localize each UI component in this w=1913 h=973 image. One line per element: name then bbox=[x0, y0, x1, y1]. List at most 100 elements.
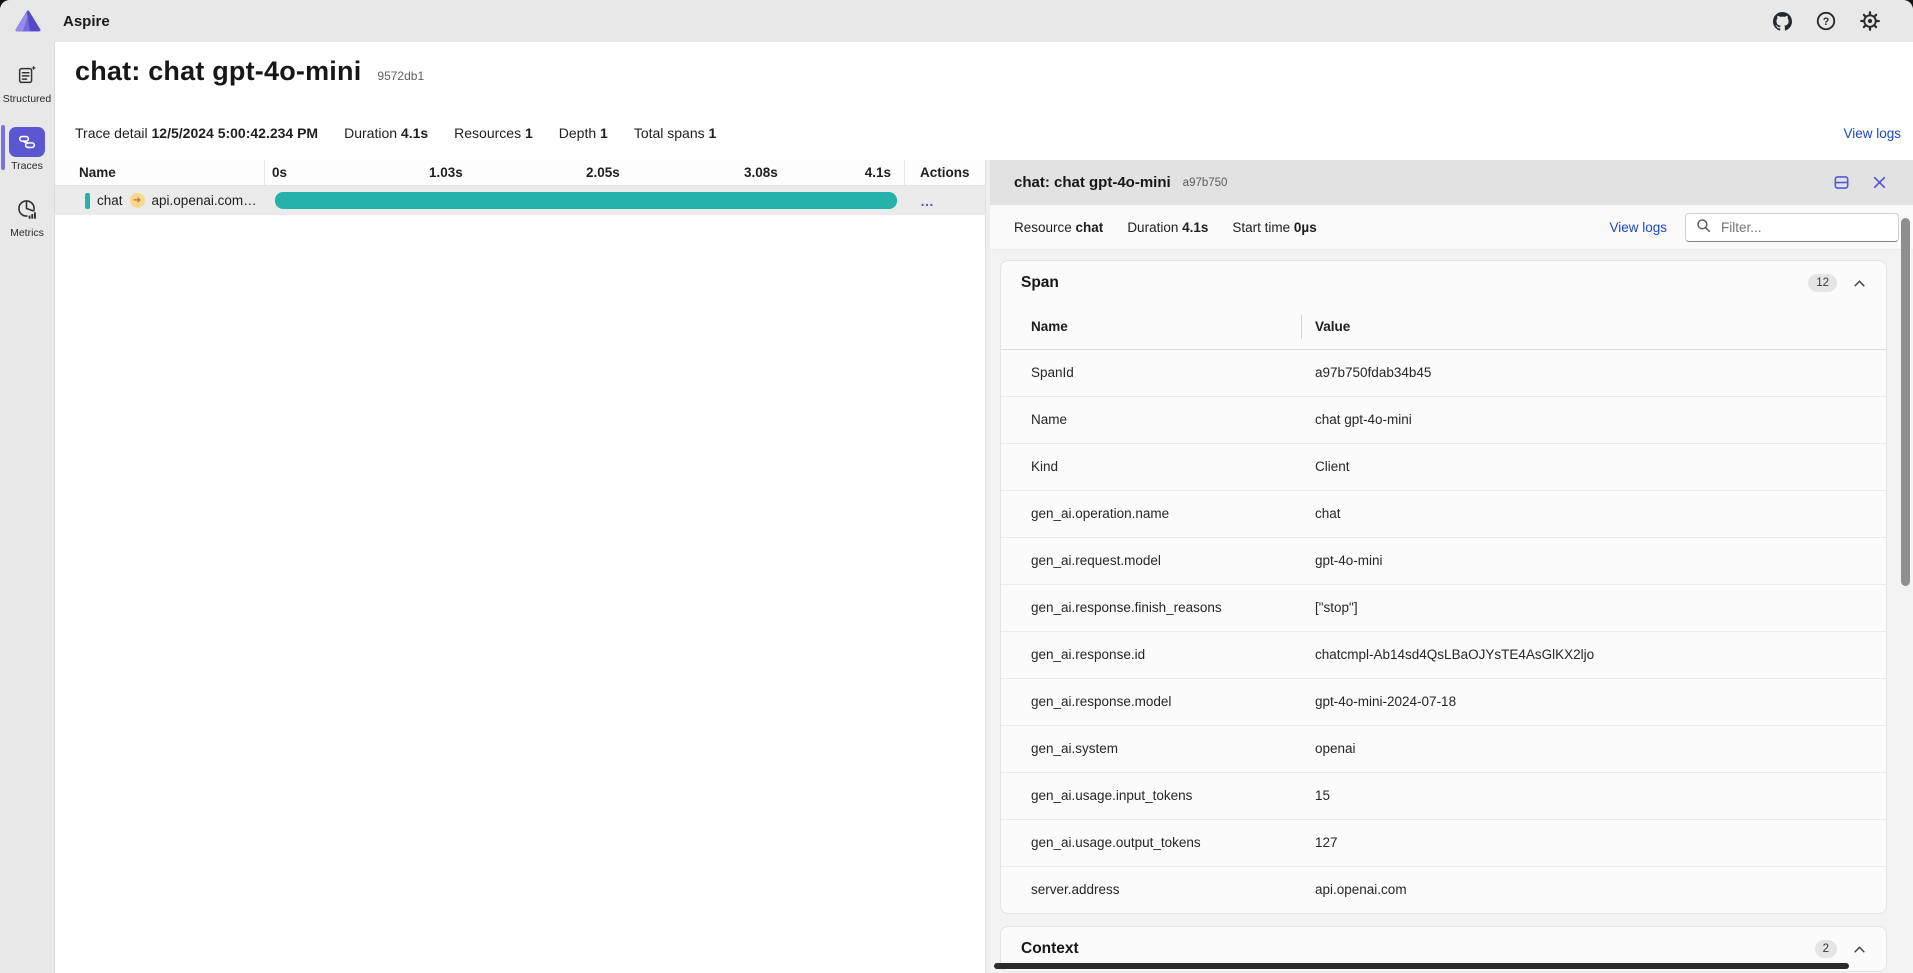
trace-detail-header: Trace detail 12/5/2024 5:00:42.234 PM Du… bbox=[55, 100, 1913, 160]
close-panel-icon[interactable] bbox=[1872, 175, 1887, 190]
settings-icon[interactable] bbox=[1855, 6, 1885, 36]
trace-detail-timestamp: Trace detail 12/5/2024 5:00:42.234 PM bbox=[75, 125, 318, 141]
tick-label: 0s bbox=[272, 160, 287, 186]
attr-value: 15 bbox=[1301, 772, 1886, 819]
attr-value: chatcmpl-Ab14sd4QsLBaOJYsTE4AsGlKX2ljo bbox=[1301, 631, 1886, 678]
attr-name: gen_ai.request.model bbox=[1001, 537, 1301, 584]
attr-row: gen_ai.response.finish_reasons ["stop"] bbox=[1001, 584, 1886, 631]
attr-row: gen_ai.usage.output_tokens 127 bbox=[1001, 819, 1886, 866]
sidebar-item-metrics[interactable]: Metrics bbox=[0, 188, 54, 243]
github-icon[interactable] bbox=[1767, 6, 1797, 36]
attr-name: gen_ai.response.model bbox=[1001, 678, 1301, 725]
trace-stat-depth: Depth 1 bbox=[559, 125, 608, 141]
attr-col-name: Name bbox=[1001, 305, 1301, 349]
details-panel-header: chat: chat gpt-4o-mini a97b750 bbox=[990, 160, 1913, 205]
attr-value: chat gpt-4o-mini bbox=[1301, 396, 1886, 443]
app-title: Aspire bbox=[63, 13, 110, 30]
details-content: Span 12 Name Value bbox=[990, 250, 1913, 973]
attr-value: 127 bbox=[1301, 819, 1886, 866]
span-name-cell: chat ➜ api.openai.com… bbox=[55, 186, 265, 215]
span-section-header[interactable]: Span 12 bbox=[1001, 261, 1886, 305]
view-logs-link[interactable]: View logs bbox=[1843, 126, 1901, 141]
attr-name: SpanId bbox=[1001, 349, 1301, 396]
nav-sidebar: Structured Traces bbox=[0, 42, 55, 973]
tick-label: 4.1s bbox=[865, 160, 891, 186]
aspire-dashboard-window: Aspire ? bbox=[0, 0, 1913, 973]
page-title: chat: chat gpt-4o-mini bbox=[75, 56, 361, 87]
trace-stat-resources: Resources 1 bbox=[454, 125, 533, 141]
details-subheader: Resource chat Duration 4.1s Start time 0… bbox=[990, 205, 1913, 250]
column-header-name: Name bbox=[55, 160, 265, 185]
search-icon bbox=[1696, 218, 1711, 236]
attr-table-header: Name Value bbox=[1001, 305, 1886, 349]
structured-logs-icon bbox=[9, 60, 45, 90]
attr-name: gen_ai.usage.output_tokens bbox=[1001, 819, 1301, 866]
tick-label: 3.08s bbox=[744, 160, 778, 186]
attr-name: gen_ai.system bbox=[1001, 725, 1301, 772]
attr-row: Kind Client bbox=[1001, 443, 1886, 490]
main-area: chat: chat gpt-4o-mini 9572db1 Trace det… bbox=[55, 42, 1913, 973]
outgoing-arrow-icon: ➜ bbox=[130, 193, 145, 208]
split-panel-icon[interactable] bbox=[1833, 174, 1850, 191]
row-actions-menu-button[interactable]: … bbox=[920, 193, 935, 209]
horizontal-scrollbar-thumb[interactable] bbox=[994, 963, 1849, 969]
trace-stat-total-spans: Total spans 1 bbox=[634, 125, 717, 141]
help-icon[interactable]: ? bbox=[1811, 6, 1841, 36]
vertical-scrollbar-thumb[interactable] bbox=[1901, 218, 1910, 586]
chevron-up-icon[interactable] bbox=[1853, 279, 1866, 288]
panel-view-logs-link[interactable]: View logs bbox=[1609, 220, 1667, 235]
chevron-up-icon[interactable] bbox=[1853, 945, 1866, 954]
section-title: Span bbox=[1021, 274, 1059, 292]
attr-name: gen_ai.operation.name bbox=[1001, 490, 1301, 537]
column-header-actions: Actions bbox=[905, 160, 985, 185]
attr-value: ["stop"] bbox=[1301, 584, 1886, 631]
page-header: chat: chat gpt-4o-mini 9572db1 bbox=[55, 42, 1913, 100]
filter-input[interactable] bbox=[1719, 219, 1900, 236]
attr-row: gen_ai.operation.name chat bbox=[1001, 490, 1886, 537]
span-row-selected[interactable]: chat ➜ api.openai.com… … bbox=[55, 186, 985, 215]
attr-name: server.address bbox=[1001, 866, 1301, 913]
attr-value: gpt-4o-mini-2024-07-18 bbox=[1301, 678, 1886, 725]
aspire-logo-icon bbox=[0, 9, 55, 33]
span-actions-cell: … bbox=[905, 186, 985, 215]
attr-row: gen_ai.request.model gpt-4o-mini bbox=[1001, 537, 1886, 584]
tick-label: 2.05s bbox=[586, 160, 620, 186]
span-attributes-table: Name Value SpanId a97b750fdab34b45 bbox=[1001, 305, 1886, 913]
span-bar[interactable] bbox=[275, 192, 897, 209]
section-count-badge: 2 bbox=[1815, 940, 1837, 958]
trace-stat-duration: Duration 4.1s bbox=[344, 125, 428, 141]
attr-value: openai bbox=[1301, 725, 1886, 772]
attr-row: gen_ai.usage.input_tokens 15 bbox=[1001, 772, 1886, 819]
attr-name: Name bbox=[1001, 396, 1301, 443]
attr-value: Client bbox=[1301, 443, 1886, 490]
attr-name: Kind bbox=[1001, 443, 1301, 490]
attr-row: gen_ai.response.id chatcmpl-Ab14sd4QsLBa… bbox=[1001, 631, 1886, 678]
span-details-panel: chat: chat gpt-4o-mini a97b750 bbox=[990, 160, 1913, 973]
detail-stat-start-time: Start time 0µs bbox=[1232, 220, 1316, 235]
attr-row: gen_ai.system openai bbox=[1001, 725, 1886, 772]
span-id-badge: a97b750 bbox=[1183, 177, 1228, 189]
attr-name: gen_ai.response.id bbox=[1001, 631, 1301, 678]
sidebar-item-structured[interactable]: Structured bbox=[0, 54, 54, 109]
detail-stat-duration: Duration 4.1s bbox=[1127, 220, 1208, 235]
timeline-ruler: 0s 1.03s 2.05s 3.08s 4.1s bbox=[265, 160, 905, 185]
section-count-badge: 12 bbox=[1808, 274, 1837, 292]
attr-value: a97b750fdab34b45 bbox=[1301, 349, 1886, 396]
filter-box bbox=[1685, 213, 1899, 242]
sidebar-item-traces[interactable]: Traces bbox=[0, 121, 54, 176]
attr-value: gpt-4o-mini bbox=[1301, 537, 1886, 584]
span-section-card: Span 12 Name Value bbox=[1000, 260, 1887, 914]
attr-row: Name chat gpt-4o-mini bbox=[1001, 396, 1886, 443]
detail-stat-resource: Resource chat bbox=[1014, 220, 1103, 235]
attr-row: gen_ai.response.model gpt-4o-mini-2024-0… bbox=[1001, 678, 1886, 725]
span-destination: api.openai.com… bbox=[152, 193, 257, 208]
trace-waterfall: Name 0s 1.03s 2.05s 3.08s 4.1s Actions c… bbox=[55, 160, 986, 973]
sidebar-item-label: Traces bbox=[11, 160, 43, 172]
svg-text:?: ? bbox=[1823, 16, 1830, 28]
sidebar-item-label: Structured bbox=[3, 93, 51, 105]
attr-value: api.openai.com bbox=[1301, 866, 1886, 913]
sidebar-item-label: Metrics bbox=[10, 227, 44, 239]
metrics-icon bbox=[9, 194, 45, 224]
top-bar: Aspire ? bbox=[0, 0, 1913, 42]
attr-col-value: Value bbox=[1301, 305, 1886, 349]
